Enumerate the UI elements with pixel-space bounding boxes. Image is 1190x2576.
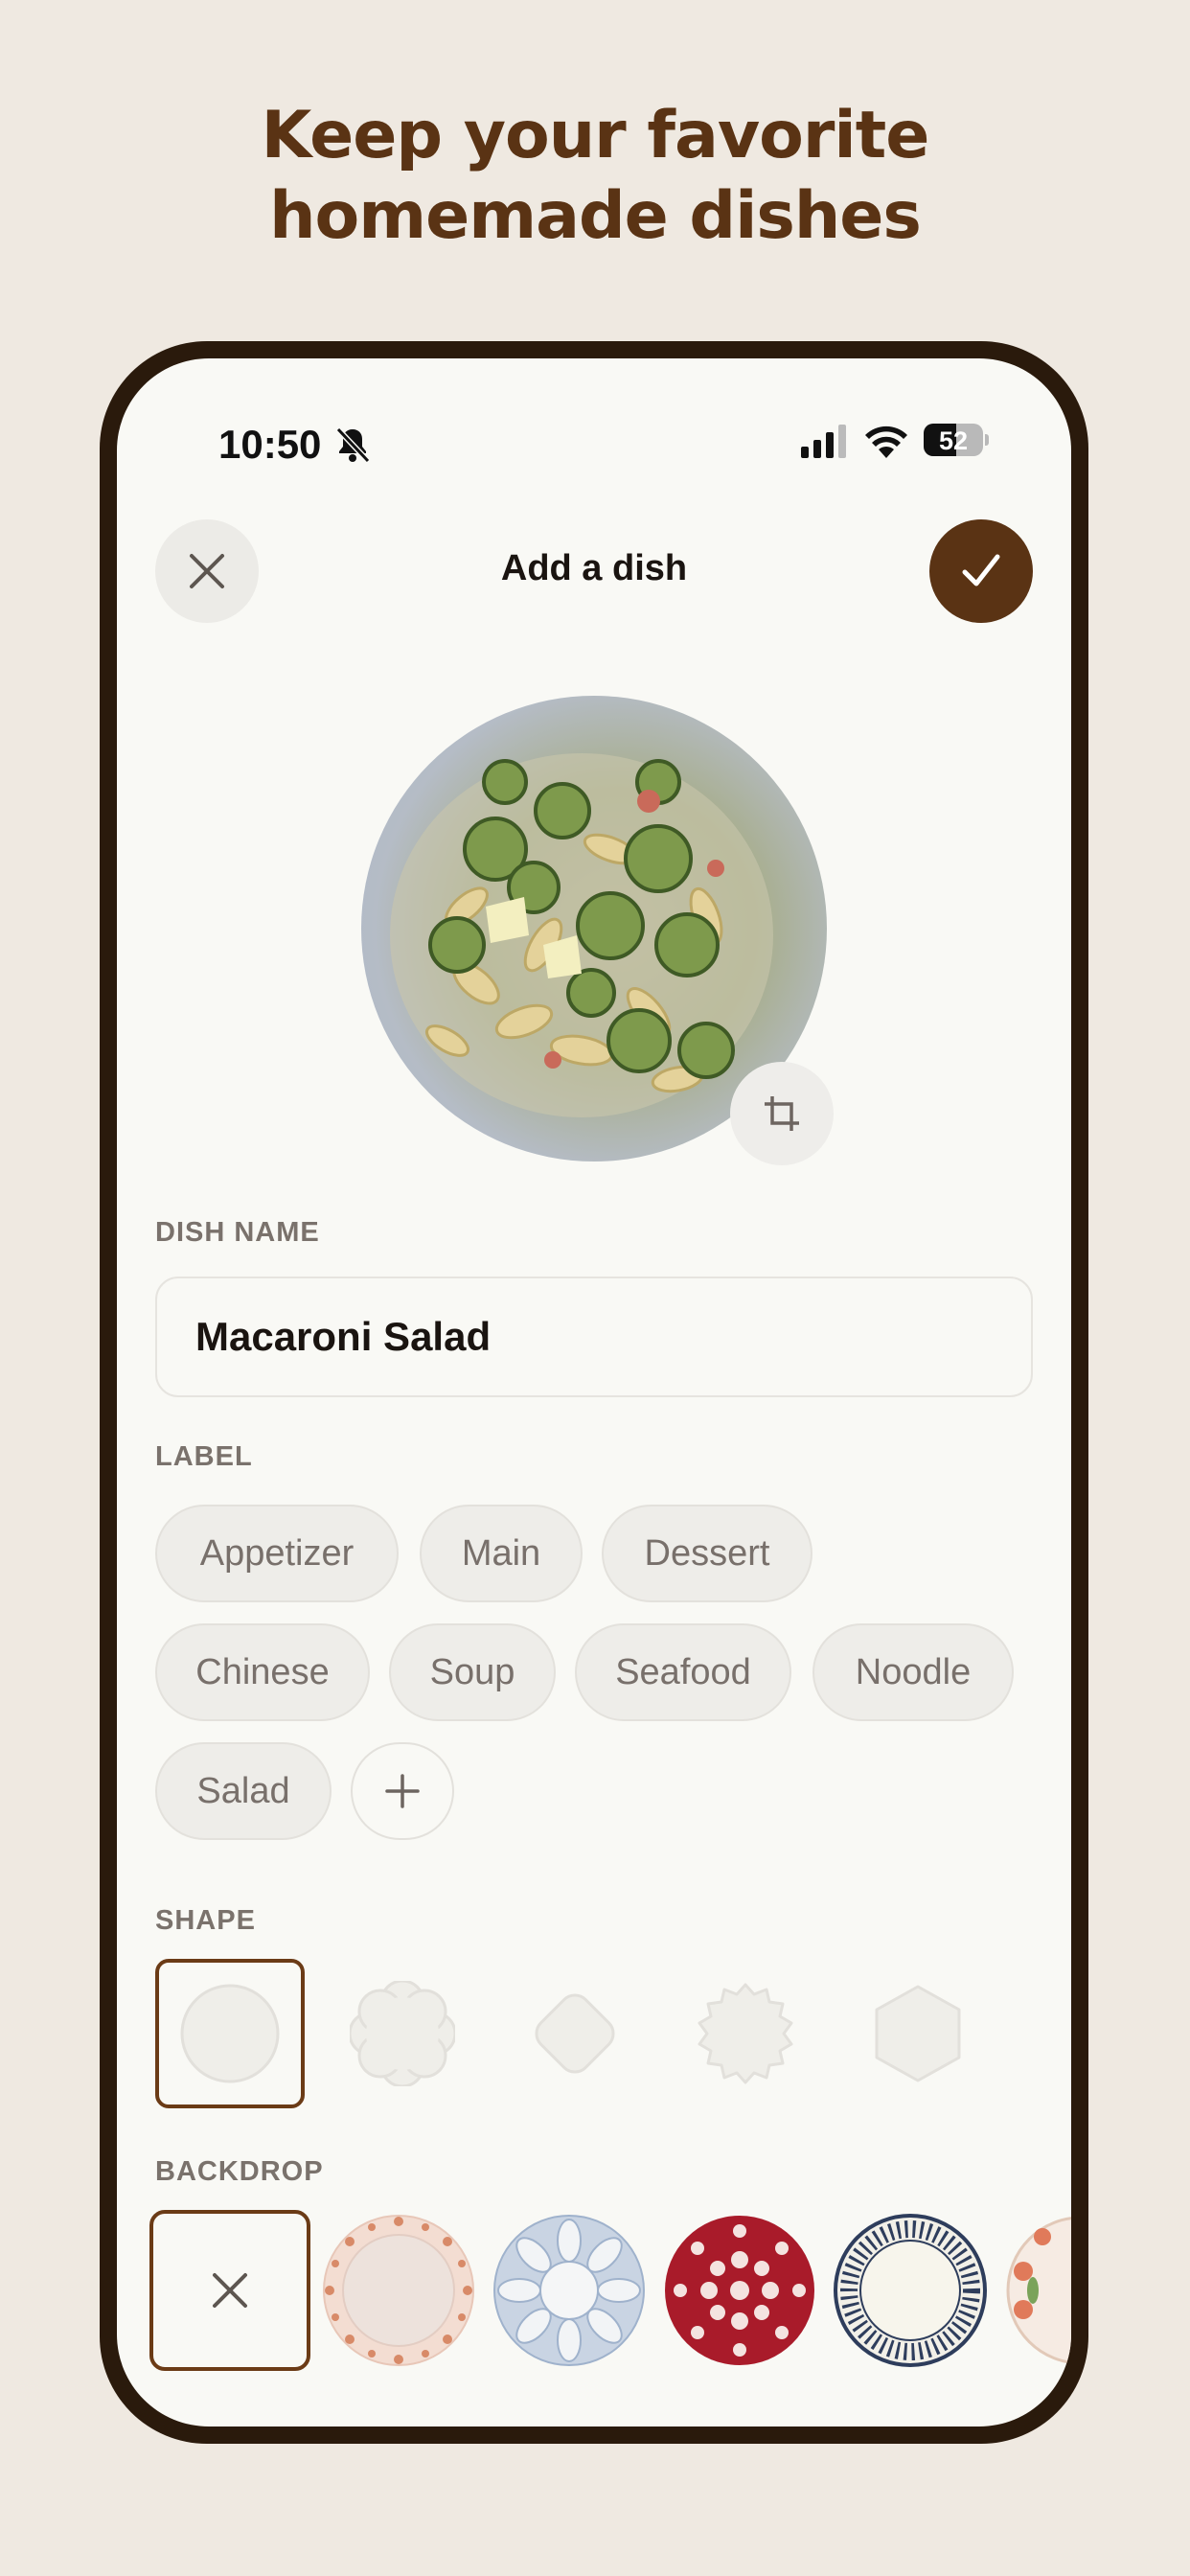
backdrop-option-floral-plate[interactable] (1000, 2210, 1071, 2371)
headline-line-2: homemade dishes (269, 178, 922, 254)
battery-level: 52 (938, 426, 969, 455)
page-title: Add a dish (500, 548, 688, 588)
backdrop-option-red-dot-plate[interactable] (659, 2210, 820, 2371)
striped-blue-plate-icon (834, 2214, 987, 2367)
battery-icon: 52 (924, 424, 983, 456)
hexagon-shape-icon (875, 1985, 961, 2082)
dish-name-label: DISH NAME (155, 1217, 320, 1248)
status-time: 10:50 (218, 422, 322, 467)
blue-floral-plate-icon (493, 2215, 645, 2366)
scalloped-shape-icon (698, 1983, 793, 2084)
backdrop-option-pink-dotted-plate[interactable] (318, 2210, 479, 2371)
label-chip-dessert[interactable]: Dessert (602, 1505, 812, 1602)
shape-section-title: SHAPE (155, 1905, 256, 1936)
shape-option-scalloped[interactable] (671, 1959, 820, 2108)
flower-shape-icon (350, 1981, 455, 2086)
backdrop-option-blue-floral-plate[interactable] (489, 2210, 650, 2371)
backdrop-option-none[interactable] (149, 2210, 310, 2371)
wifi-icon (865, 426, 907, 458)
label-chip-seafood[interactable]: Seafood (575, 1623, 791, 1721)
phone-screen: 10:50 52 Add a dish DISH NAME Macaroni S… (117, 358, 1071, 2426)
shape-option-hexagon[interactable] (843, 1959, 993, 2108)
cellular-signal-icon (801, 425, 846, 458)
close-icon (213, 2273, 247, 2308)
floral-plate-icon (1006, 2217, 1071, 2364)
rounded-diamond-shape-icon (535, 1993, 615, 2074)
phone-frame: 10:50 52 Add a dish DISH NAME Macaroni S… (100, 341, 1088, 2444)
shape-option-circle[interactable] (155, 1959, 305, 2108)
label-chip-noodle[interactable]: Noodle (812, 1623, 1014, 1721)
label-chip-main[interactable]: Main (420, 1505, 583, 1602)
backdrop-section-title: BACKDROP (155, 2156, 324, 2187)
backdrop-option-striped-blue-plate[interactable] (830, 2210, 991, 2371)
label-chip-soup[interactable]: Soup (389, 1623, 556, 1721)
label-chip-appetizer[interactable]: Appetizer (155, 1505, 399, 1602)
crop-button[interactable] (730, 1062, 834, 1165)
shape-option-rounded-diamond[interactable] (500, 1959, 650, 2108)
marketing-headline: Keep your favorite homemade dishes (0, 96, 1190, 257)
label-section-title: LABEL (155, 1441, 253, 1472)
add-label-button[interactable] (351, 1742, 454, 1840)
checkmark-icon (962, 554, 1000, 586)
label-chip-chinese[interactable]: Chinese (155, 1623, 370, 1721)
bell-muted-icon (335, 426, 371, 464)
plus-icon (385, 1774, 420, 1808)
battery-tip (985, 434, 989, 446)
dish-name-field[interactable]: Macaroni Salad (155, 1276, 1033, 1397)
headline-line-1: Keep your favorite (261, 98, 930, 173)
shape-option-flower[interactable] (328, 1959, 477, 2108)
label-chip-salad[interactable]: Salad (155, 1742, 332, 1840)
pink-dotted-plate-icon (323, 2215, 474, 2366)
red-dot-plate-icon (665, 2216, 814, 2365)
confirm-button[interactable] (929, 519, 1033, 623)
circle-shape-icon (180, 1984, 280, 2083)
crop-icon (765, 1096, 799, 1131)
